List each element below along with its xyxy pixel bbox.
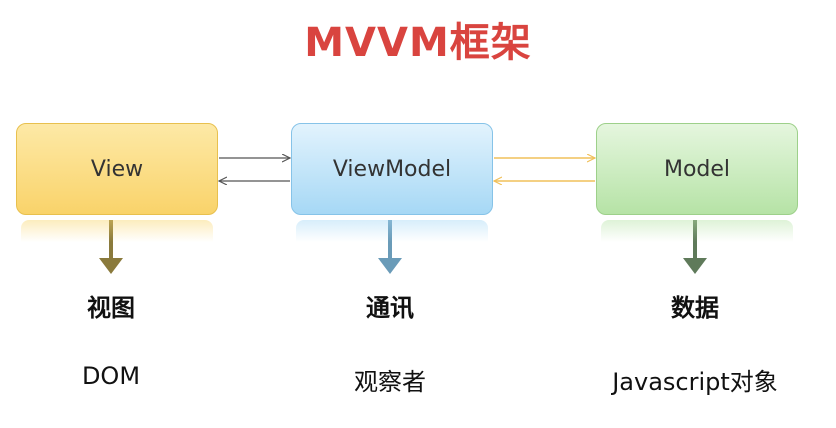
viewmodel-layer-name: 通讯 — [366, 294, 414, 322]
viewmodel-box: ViewModel — [291, 123, 493, 242]
view-box-label: View — [90, 156, 144, 182]
viewmodel-box-label: ViewModel — [332, 156, 452, 182]
model-box: Model — [596, 123, 798, 242]
view-down-arrow — [99, 220, 123, 274]
model-layer-tech: Javascript对象 — [612, 368, 778, 396]
viewmodel-layer-tech: 观察者 — [354, 368, 426, 396]
view-layer-tech: DOM — [81, 362, 141, 390]
view-layer-name: 视图 — [87, 294, 135, 322]
model-box-label: Model — [663, 156, 731, 182]
viewmodel-down-arrow — [378, 220, 402, 274]
model-down-arrow — [683, 220, 707, 274]
model-layer-name: 数据 — [671, 294, 719, 322]
view-box: View — [16, 123, 218, 242]
